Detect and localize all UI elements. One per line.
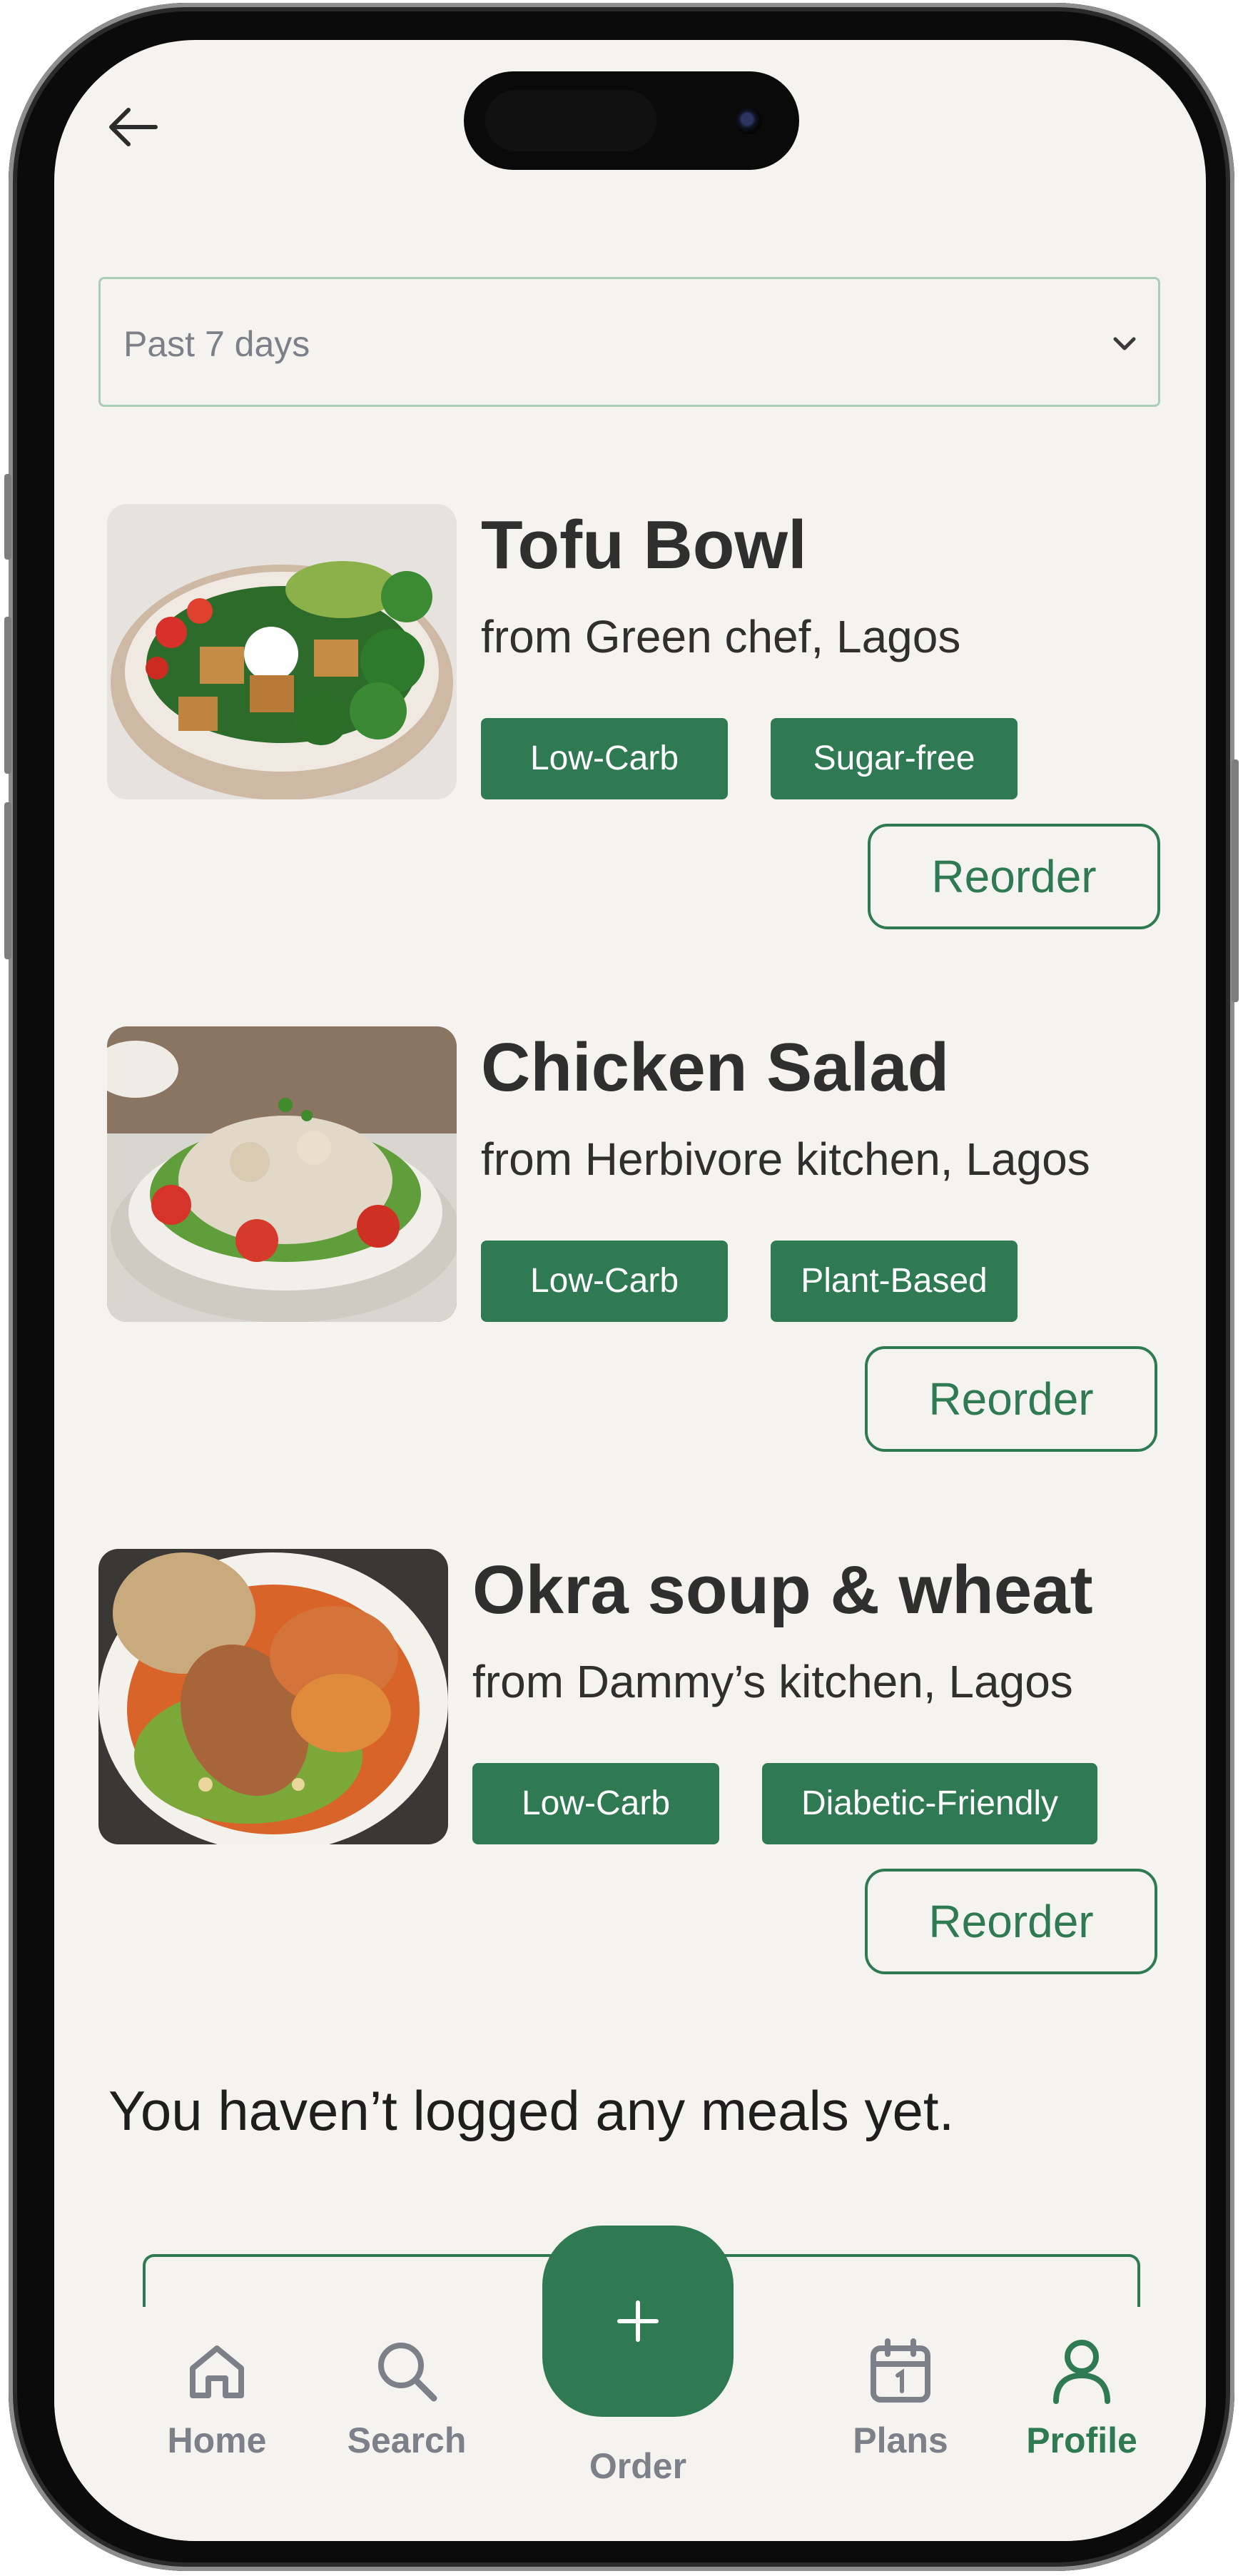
action-button — [4, 474, 11, 560]
tab-label: Home — [167, 2420, 267, 2460]
home-icon — [190, 2345, 244, 2398]
phone-frame: Past 7 days Tofu Bowl from Green chef, L… — [4, 3, 1239, 2571]
tab-order-label: Order — [589, 2446, 687, 2486]
plus-icon — [617, 2300, 659, 2342]
chevron-down-icon — [1113, 337, 1136, 350]
reorder-button[interactable]: Reorder — [865, 1869, 1157, 1974]
empty-state-message: You haven’t logged any meals yet. — [108, 2079, 955, 2142]
reorder-button[interactable]: Reorder — [868, 824, 1160, 929]
meal-source: from Dammy’s kitchen, Lagos — [472, 1656, 1073, 1707]
diet-tag: Low-Carb — [481, 1241, 728, 1322]
diet-tag: Diabetic-Friendly — [762, 1763, 1097, 1844]
calendar-icon — [871, 2338, 930, 2403]
diet-tag: Sugar-free — [771, 718, 1018, 799]
meal-photo — [98, 1549, 448, 1844]
tab-label: Plans — [853, 2420, 948, 2460]
user-icon — [1053, 2340, 1110, 2404]
order-fab-button[interactable] — [542, 2226, 734, 2417]
meal-source: from Herbivore kitchen, Lagos — [481, 1133, 1090, 1185]
power-button — [1232, 759, 1239, 1002]
meal-photo — [107, 504, 457, 799]
tab-home[interactable]: Home — [138, 2307, 295, 2461]
meal-name: Okra soup & wheat — [472, 1552, 1093, 1628]
volume-up-button — [4, 617, 11, 774]
date-range-select[interactable]: Past 7 days — [98, 277, 1160, 407]
diet-tag: Low-Carb — [472, 1763, 719, 1844]
diet-tag: Plant-Based — [771, 1241, 1018, 1322]
meal-card: Chicken Salad from Herbivore kitchen, La… — [107, 1026, 1206, 1455]
reorder-button[interactable]: Reorder — [865, 1346, 1157, 1452]
date-range-value: Past 7 days — [123, 324, 310, 364]
diet-tag: Low-Carb — [481, 718, 728, 799]
tab-profile[interactable]: Profile — [1003, 2307, 1160, 2461]
meal-name: Tofu Bowl — [481, 507, 807, 583]
tab-label: Profile — [1026, 2420, 1137, 2460]
search-icon — [378, 2343, 437, 2402]
meal-card: Tofu Bowl from Green chef, Lagos Low-Car… — [107, 504, 1206, 932]
dynamic-island — [464, 71, 799, 170]
app-screen: Past 7 days Tofu Bowl from Green chef, L… — [54, 40, 1206, 2541]
back-arrow-icon[interactable] — [104, 99, 161, 156]
meal-photo — [107, 1026, 457, 1322]
meal-name: Chicken Salad — [481, 1029, 950, 1106]
tab-search[interactable]: Search — [328, 2307, 485, 2461]
meal-card: Okra soup & wheat from Dammy’s kitchen, … — [98, 1549, 1206, 1977]
tab-label: Search — [347, 2420, 467, 2460]
tab-plans[interactable]: Plans — [822, 2307, 979, 2461]
volume-down-button — [4, 802, 11, 959]
camera-lens — [735, 107, 762, 134]
meal-source: from Green chef, Lagos — [481, 611, 961, 662]
